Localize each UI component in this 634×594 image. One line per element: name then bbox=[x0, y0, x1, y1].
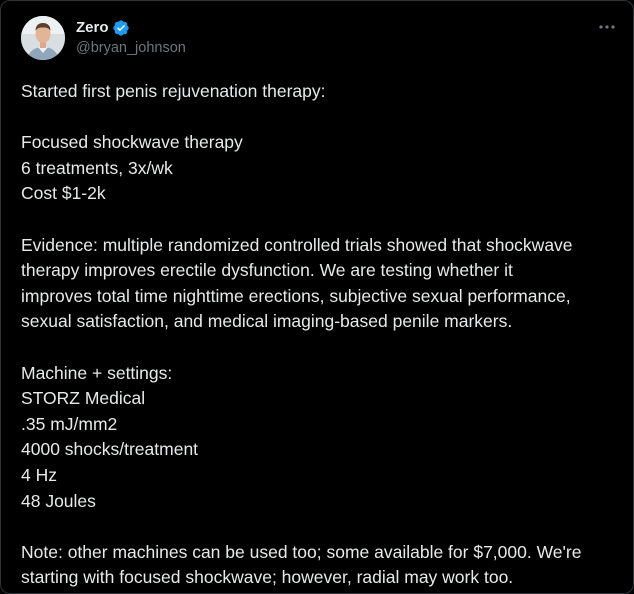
display-name-row: Zero bbox=[76, 18, 186, 38]
therapy-line: Focused shockwave therapy bbox=[21, 132, 243, 153]
machine-line: STORZ Medical bbox=[21, 388, 146, 409]
machine-line: 48 Joules bbox=[21, 490, 96, 511]
tweet-card: Zero @bryan_johnson Started first penis … bbox=[0, 0, 634, 594]
therapy-line: 6 treatments, 3x/wk bbox=[21, 157, 173, 178]
more-options-icon[interactable] bbox=[595, 15, 619, 39]
machine-line: Machine + settings: bbox=[21, 362, 173, 383]
tweet-header: Zero @bryan_johnson bbox=[21, 15, 186, 61]
handle[interactable]: @bryan_johnson bbox=[76, 38, 186, 58]
verified-badge-icon[interactable] bbox=[112, 19, 130, 37]
author-names: Zero @bryan_johnson bbox=[76, 18, 186, 58]
note-line: starting with focused shockwave; however… bbox=[21, 567, 514, 588]
evidence-line: therapy improves erectile dysfunction. W… bbox=[21, 260, 513, 281]
machine-line: .35 mJ/mm2 bbox=[21, 413, 118, 434]
evidence-line: Evidence: multiple randomized controlled… bbox=[21, 234, 573, 255]
evidence-line: sexual satisfaction, and medical imaging… bbox=[21, 311, 513, 332]
note-line: Note: other machines can be used too; so… bbox=[21, 541, 582, 562]
machine-line: 4000 shocks/treatment bbox=[21, 439, 199, 460]
avatar[interactable] bbox=[21, 16, 65, 60]
tweet-text: Started first penis rejuvenation therapy… bbox=[21, 79, 621, 591]
intro-line: Started first penis rejuvenation therapy… bbox=[21, 81, 326, 101]
therapy-line: Cost $1-2k bbox=[21, 183, 106, 204]
evidence-line: improves total time nighttime erections,… bbox=[21, 285, 571, 306]
display-name[interactable]: Zero bbox=[76, 18, 109, 38]
avatar-portrait bbox=[21, 16, 65, 60]
machine-line: 4 Hz bbox=[21, 464, 57, 485]
